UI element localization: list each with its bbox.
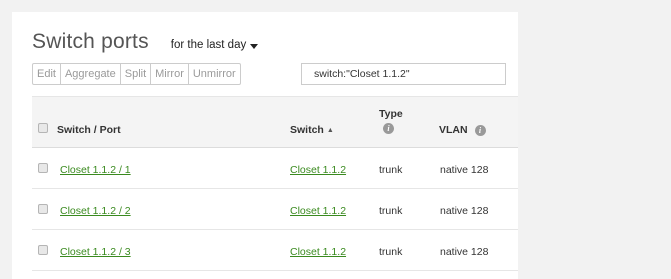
timespan-dropdown[interactable]: for the last day — [170, 39, 259, 51]
ports-table: Switch / Port Switch ▲ Type i VLAN i Clos… — [32, 96, 518, 271]
mirror-button[interactable]: Mirror — [151, 63, 189, 85]
port-link[interactable]: Closet 1.1.2 / 3 — [60, 246, 131, 258]
column-header-type[interactable]: Type — [379, 108, 403, 120]
column-header-switch-label: Switch — [290, 124, 324, 136]
chevron-down-icon — [250, 43, 259, 49]
split-button[interactable]: Split — [120, 63, 152, 85]
switch-link[interactable]: Closet 1.1.2 — [290, 164, 346, 176]
table-header: Switch / Port Switch ▲ Type i VLAN i — [32, 96, 518, 148]
row-checkbox[interactable] — [38, 204, 48, 214]
table-row[interactable]: Closet 1.1.2 / 3 Closet 1.1.2 trunk nati… — [32, 230, 518, 271]
column-header-vlan[interactable]: VLAN i — [439, 124, 486, 136]
sort-ascending-icon: ▲ — [326, 126, 334, 134]
column-header-switch[interactable]: Switch ▲ — [290, 124, 334, 136]
vlan-cell: native 128 — [440, 164, 489, 176]
column-header-port[interactable]: Switch / Port — [57, 124, 121, 136]
type-cell: trunk — [379, 246, 403, 258]
port-link[interactable]: Closet 1.1.2 / 2 — [60, 205, 131, 217]
type-cell: trunk — [379, 164, 403, 176]
info-icon[interactable]: i — [474, 124, 486, 136]
main-panel: Switch ports for the last day Edit Aggre… — [12, 12, 518, 279]
switch-link[interactable]: Closet 1.1.2 — [290, 246, 346, 258]
aggregate-button[interactable]: Aggregate — [60, 63, 121, 85]
info-icon[interactable]: i — [383, 123, 394, 134]
page-title: Switch ports — [32, 30, 149, 53]
vlan-cell: native 128 — [440, 246, 489, 258]
edit-button[interactable]: Edit — [32, 63, 61, 85]
row-checkbox[interactable] — [38, 245, 48, 255]
type-cell: trunk — [379, 205, 403, 217]
vlan-cell: native 128 — [440, 205, 489, 217]
timespan-label: for the last day — [170, 39, 247, 51]
table-row[interactable]: Closet 1.1.2 / 1 Closet 1.1.2 trunk nati… — [32, 148, 518, 189]
column-header-vlan-label: VLAN — [439, 124, 468, 136]
toolbar: Edit Aggregate Split Mirror Unmirror — [32, 63, 241, 85]
title-row: Switch ports for the last day — [32, 30, 259, 54]
port-link[interactable]: Closet 1.1.2 / 1 — [60, 164, 131, 176]
table-row[interactable]: Closet 1.1.2 / 2 Closet 1.1.2 trunk nati… — [32, 189, 518, 230]
search-input[interactable] — [301, 63, 506, 85]
unmirror-button[interactable]: Unmirror — [188, 63, 241, 85]
switch-link[interactable]: Closet 1.1.2 — [290, 205, 346, 217]
select-all-checkbox[interactable] — [38, 123, 48, 133]
row-checkbox[interactable] — [38, 163, 48, 173]
